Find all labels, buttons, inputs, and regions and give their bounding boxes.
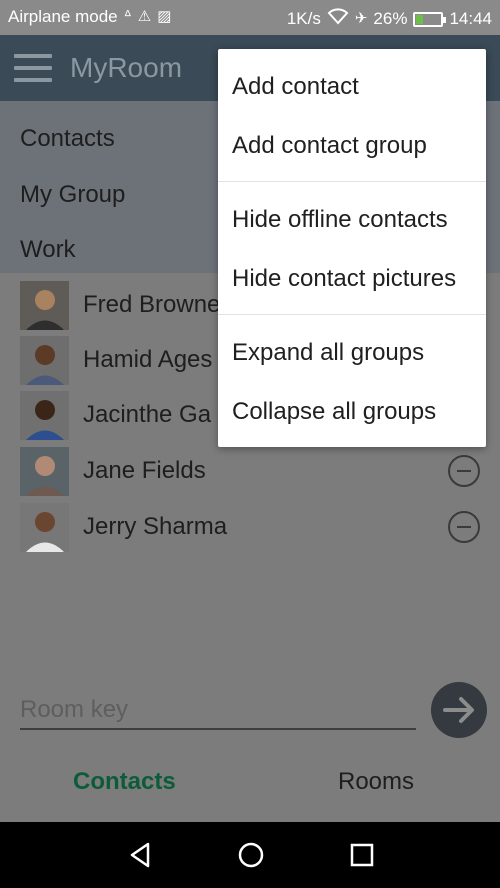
menu-item-collapse-all-groups[interactable]: Collapse all groups — [232, 398, 436, 426]
menu-item-add-contact-group[interactable]: Add contact group — [232, 132, 427, 160]
list-item[interactable]: Jerry Sharma — [0, 499, 500, 555]
contact-name: Jacinthe Ga — [83, 401, 212, 428]
avatar — [20, 503, 69, 552]
contact-name: Fred Browne — [83, 291, 221, 318]
data-saver-icon: ᐞ — [123, 8, 132, 25]
avatar — [20, 281, 69, 330]
hamburger-icon[interactable] — [14, 54, 52, 82]
remove-contact-icon[interactable] — [448, 455, 480, 487]
avatar — [20, 447, 69, 496]
go-button[interactable] — [431, 682, 487, 738]
menu-item-expand-all-groups[interactable]: Expand all groups — [232, 339, 424, 367]
group-item-contacts[interactable]: Contacts — [20, 125, 115, 153]
warning-icon: ⚠ — [137, 8, 152, 25]
group-item-work[interactable]: Work — [20, 236, 76, 264]
airplane-icon: ✈ — [354, 10, 368, 27]
home-icon[interactable] — [236, 840, 266, 870]
battery-charging-icon — [413, 11, 447, 27]
avatar — [20, 336, 69, 385]
menu-divider — [218, 314, 486, 315]
menu-item-hide-contact-pictures[interactable]: Hide contact pictures — [232, 265, 456, 293]
clock: 14:44 — [449, 9, 492, 28]
room-key-input[interactable] — [20, 692, 416, 728]
list-item[interactable]: Jane Fields — [0, 443, 500, 499]
group-item-my-group[interactable]: My Group — [20, 181, 125, 209]
room-key-field — [20, 692, 416, 730]
airplane-mode-label: Airplane mode — [8, 7, 118, 26]
menu-divider — [218, 181, 486, 182]
recents-icon[interactable] — [347, 840, 377, 870]
contact-name: Hamid Ages — [83, 346, 213, 373]
navigation-bar — [0, 822, 500, 888]
image-icon: ▨ — [157, 8, 172, 25]
back-icon[interactable] — [126, 840, 156, 870]
tab-rooms[interactable]: Rooms — [338, 768, 414, 796]
data-rate: 1K/s — [286, 9, 321, 28]
overflow-menu: Add contact Add contact group Hide offli… — [218, 49, 486, 447]
contact-name: Jerry Sharma — [83, 513, 228, 540]
contact-name: Jane Fields — [83, 457, 206, 484]
wifi-icon — [327, 7, 349, 31]
arrow-right-icon — [443, 697, 474, 723]
menu-item-hide-offline-contacts[interactable]: Hide offline contacts — [232, 206, 448, 234]
remove-contact-icon[interactable] — [448, 511, 480, 543]
tab-contacts[interactable]: Contacts — [73, 768, 176, 796]
bottom-tabs: Contacts Rooms — [0, 748, 500, 822]
app-title: MyRoom — [70, 52, 183, 83]
avatar — [20, 391, 69, 440]
battery-percent: 26% — [373, 9, 408, 28]
status-bar: Airplane mode ᐞ ⚠ ▨ 1K/s ✈ 26% 14:44 — [0, 0, 500, 35]
menu-item-add-contact[interactable]: Add contact — [232, 73, 359, 101]
